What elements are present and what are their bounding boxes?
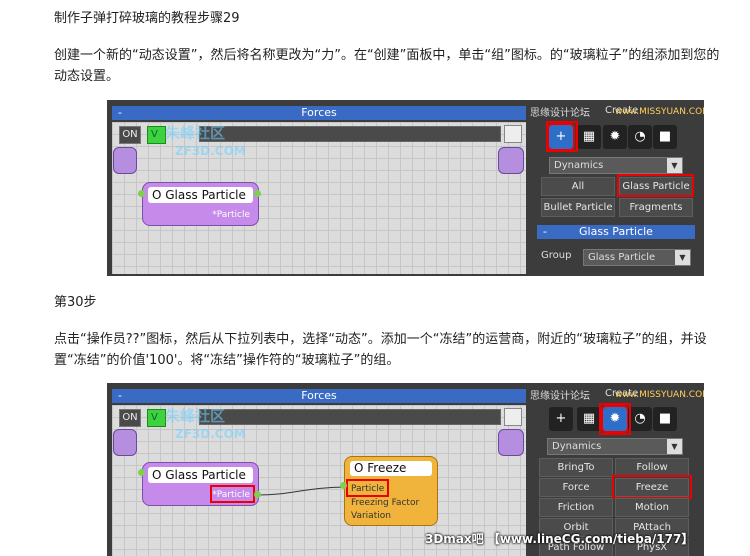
btn-friction[interactable]: Friction bbox=[539, 498, 613, 517]
highlight-node-particle bbox=[210, 485, 255, 503]
site-logo-cn: 思缘设计论坛 bbox=[530, 108, 590, 119]
highlight-glass-particle bbox=[617, 174, 694, 197]
chevron-down-icon: ▼ bbox=[675, 250, 690, 265]
btn-fragments[interactable]: Fragments bbox=[619, 198, 693, 217]
event-name-field[interactable] bbox=[199, 126, 501, 142]
highlight-freeze-particle bbox=[346, 479, 389, 497]
btn-all[interactable]: All bbox=[541, 177, 615, 196]
group-icon[interactable]: + bbox=[549, 407, 573, 431]
chevron-down-icon: ▼ bbox=[667, 439, 682, 454]
dynamics-dropdown[interactable]: Dynamics ▼ bbox=[547, 438, 683, 455]
rollout-glass-particle[interactable]: - Glass Particle bbox=[537, 225, 695, 239]
btn-bringto[interactable]: BringTo bbox=[539, 458, 613, 477]
operator-icon[interactable]: ▦ bbox=[577, 407, 601, 431]
node-output-port[interactable] bbox=[254, 190, 261, 197]
left-wire-node[interactable] bbox=[113, 147, 137, 174]
highlight-gear-icon bbox=[599, 403, 631, 435]
node-title: O Glass Particle bbox=[148, 467, 253, 483]
right-wire-node[interactable] bbox=[498, 147, 524, 174]
highlight-group-icon bbox=[546, 121, 578, 152]
rollout-collapse: - bbox=[543, 225, 547, 238]
btn-bullet-particle[interactable]: Bullet Particle bbox=[541, 198, 615, 217]
step29-paragraph-line2: 动态设置。 bbox=[54, 69, 120, 84]
view-toggle[interactable]: V bbox=[147, 126, 166, 144]
on-toggle[interactable]: ON bbox=[119, 126, 141, 144]
dynamics-dropdown[interactable]: Dynamics ▼ bbox=[549, 157, 683, 174]
node-input-port[interactable] bbox=[138, 190, 145, 197]
step29-paragraph-line1: 创建一个新的“动态设置”，然后将名称更改为“力”。在“创建”面板中，单击“组”图… bbox=[54, 48, 720, 63]
site-logo-en: www.MISSYUAN.COM bbox=[615, 107, 704, 117]
highlight-freeze bbox=[612, 475, 692, 499]
forces-title: Forces bbox=[301, 106, 337, 119]
step29-title: 制作子弹打碎玻璃的教程步骤29 bbox=[54, 11, 240, 26]
watermark-en: ZF3D.COM bbox=[175, 144, 246, 158]
helper-icon[interactable]: ◔ bbox=[628, 407, 652, 431]
node-subtitle: *Particle bbox=[212, 210, 250, 220]
step30-title: 第30步 bbox=[54, 295, 97, 310]
gear-icon[interactable]: ✹ bbox=[603, 125, 627, 149]
node-title: O Glass Particle bbox=[148, 187, 253, 203]
freeze-title: O Freeze bbox=[350, 461, 432, 476]
helper-icon[interactable]: ◔ bbox=[628, 125, 652, 149]
freeze-line-variation: Variation bbox=[351, 511, 391, 521]
dynamics-dropdown-value: Dynamics bbox=[554, 160, 604, 171]
site-logo-cn: 思缘设计论坛 bbox=[530, 391, 590, 402]
forces-title-bar: - Forces bbox=[112, 106, 526, 120]
group-label: Group bbox=[541, 250, 572, 261]
step30-paragraph-line2: 置“冻结”的价值'100'。将“冻结”操作符的“玻璃粒子”的组。 bbox=[54, 353, 400, 368]
screenshot-step29: - Forces ON V 朱峰社区 ZF3D.COM O Glass Parti… bbox=[107, 100, 704, 276]
group-dropdown[interactable]: Glass Particle ▼ bbox=[583, 249, 691, 266]
btn-force[interactable]: Force bbox=[539, 478, 613, 497]
cube-icon[interactable]: ■ bbox=[653, 407, 677, 431]
chevron-down-icon: ▼ bbox=[667, 158, 682, 173]
node-input-port[interactable] bbox=[138, 469, 145, 476]
cube-icon[interactable]: ■ bbox=[653, 125, 677, 149]
site-logo-en: www.MISSYUAN.COM bbox=[615, 390, 704, 400]
preview-box[interactable] bbox=[504, 125, 522, 143]
group-dropdown-value: Glass Particle bbox=[588, 252, 656, 263]
watermark-cn: 朱峰社区 bbox=[165, 124, 226, 142]
step30-paragraph-line1: 点击“操作员??”图标，然后从下拉列表中，选择“动态”。添加一个“冻结”的运营商… bbox=[54, 332, 707, 347]
dynamics-dropdown-value: Dynamics bbox=[552, 441, 602, 452]
glass-particle-node[interactable]: O Glass Particle *Particle bbox=[142, 182, 259, 226]
btn-motion-inherit[interactable]: Motion Inherit. bbox=[615, 498, 689, 530]
node-output-port[interactable] bbox=[254, 491, 261, 498]
footer-watermark: 3Dmax吧 【www.lineCG.com/tieba/177】 bbox=[425, 532, 694, 546]
operator-icon[interactable]: ▦ bbox=[577, 125, 601, 149]
freeze-line-factor: Freezing Factor bbox=[351, 498, 420, 508]
freeze-input-port[interactable] bbox=[340, 482, 347, 489]
rollout-title: Glass Particle bbox=[579, 225, 653, 238]
